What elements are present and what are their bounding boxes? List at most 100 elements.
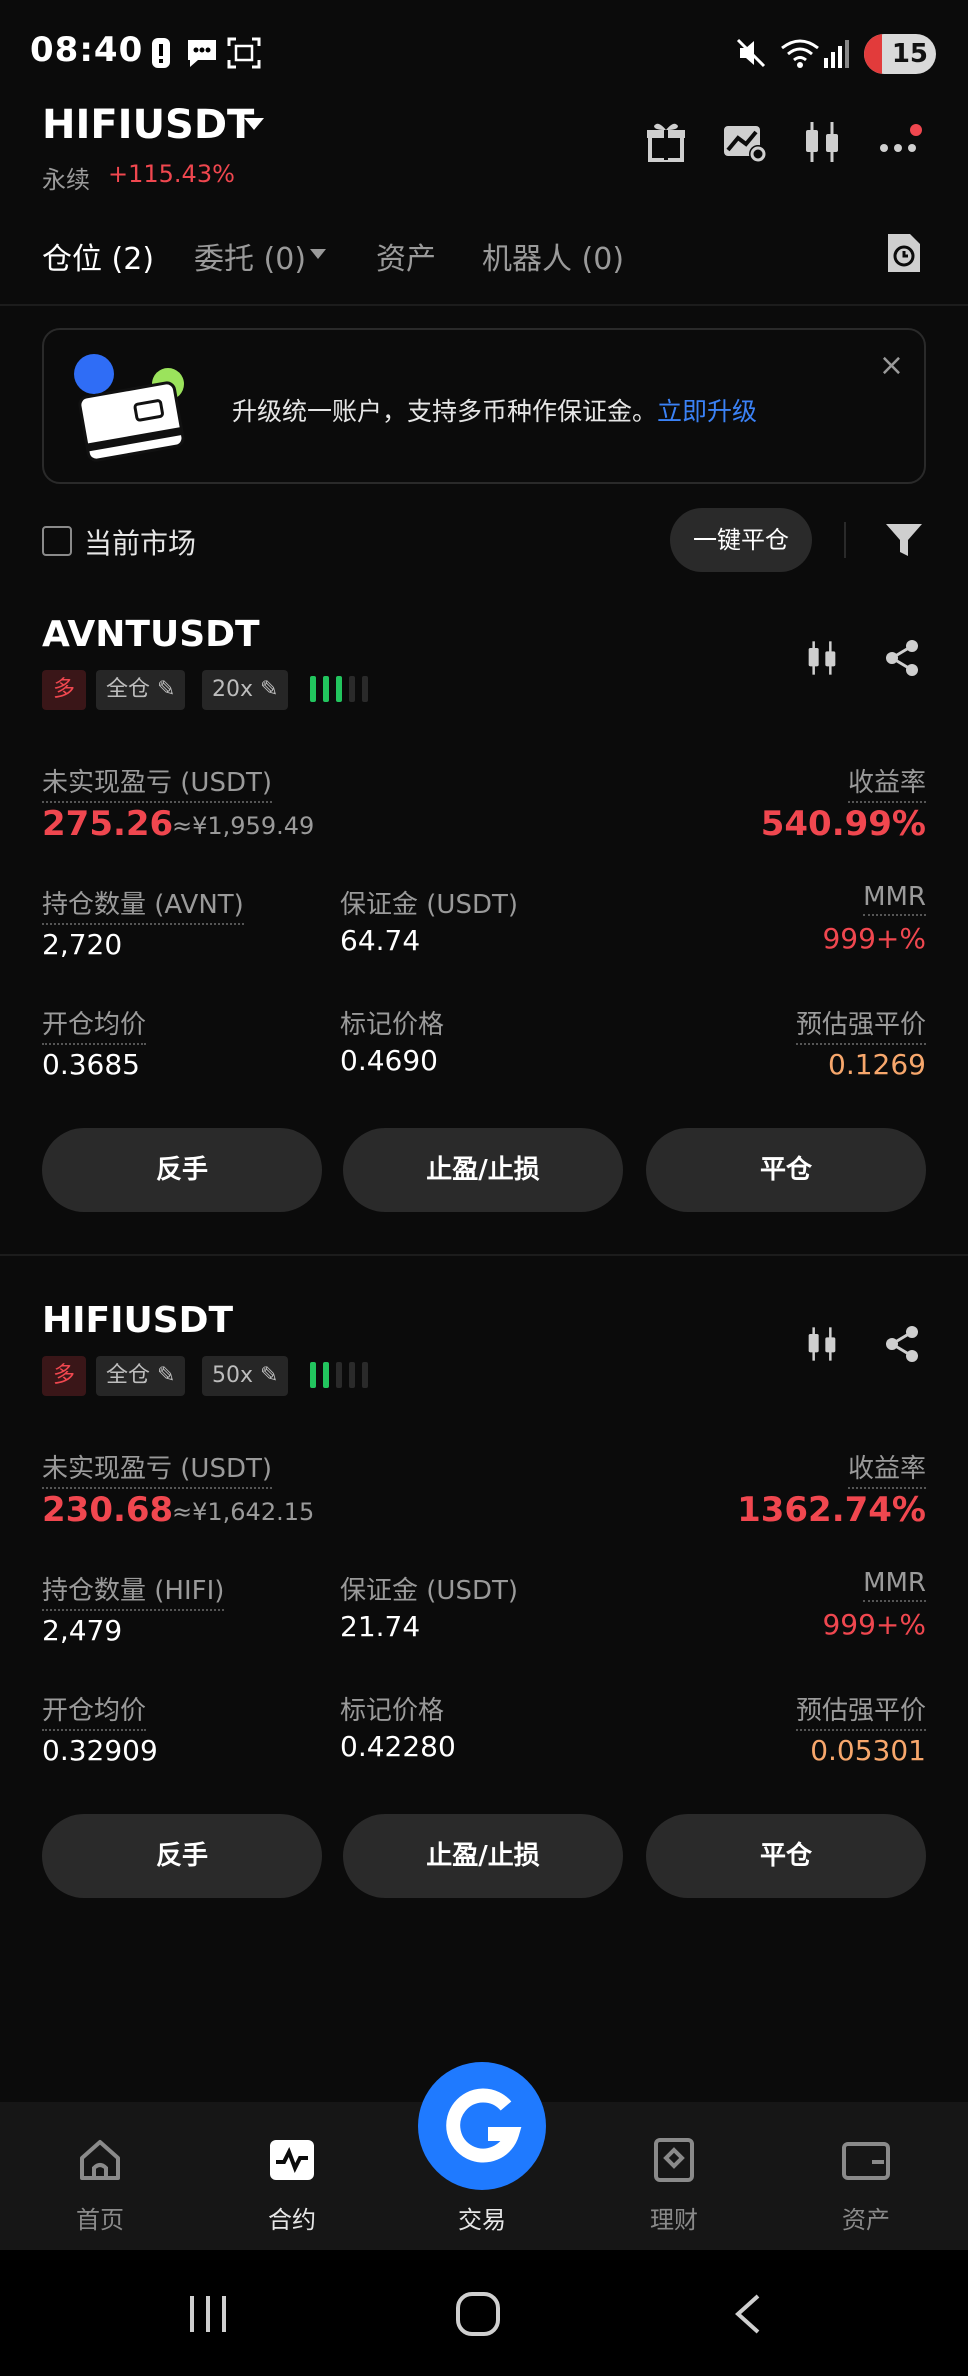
unrealized-pnl-cny: ≈¥1,959.49: [172, 812, 315, 840]
earn-icon: [654, 2138, 694, 2182]
margin-value: 21.74: [340, 1610, 421, 1643]
current-market-label[interactable]: 当前市场: [84, 522, 196, 562]
margin-value: 64.74: [340, 924, 421, 957]
position-size-label: 持仓数量 (HIFI): [42, 1570, 225, 1611]
tpsl-button[interactable]: 止盈/止损: [343, 1814, 623, 1898]
trade-button[interactable]: [418, 2062, 546, 2190]
mmr-label: MMR: [863, 882, 926, 916]
signal-icon: [824, 40, 849, 68]
position-symbol[interactable]: AVNTUSDT: [42, 614, 260, 655]
edit-icon: ✎: [260, 1363, 279, 1388]
close-all-button[interactable]: 一键平仓: [670, 508, 812, 572]
banner-close-button[interactable]: ×: [879, 348, 904, 383]
nav-assets[interactable]: 资产: [806, 2136, 926, 2234]
close-position-button[interactable]: 平仓: [646, 1128, 926, 1212]
unrealized-pnl-value: 275.26: [42, 804, 174, 844]
reverse-button[interactable]: 反手: [42, 1128, 322, 1212]
candlestick-icon[interactable]: [802, 1324, 842, 1364]
risk-level-indicator: [310, 676, 375, 706]
tab-assets[interactable]: 资产: [376, 234, 436, 278]
system-nav-bar: [0, 2250, 968, 2376]
tab-positions[interactable]: 仓位 (2): [42, 234, 154, 278]
close-position-button[interactable]: 平仓: [646, 1814, 926, 1898]
tab-orders[interactable]: 委托 (0): [194, 234, 306, 278]
margin-label: 保证金 (USDT): [340, 1576, 518, 1606]
status-time: 08:40: [30, 30, 144, 70]
upgrade-banner[interactable]: 升级统一账户，支持多币种作保证金。立即升级 ×: [42, 328, 926, 484]
mark-price-label: 标记价格: [340, 1010, 445, 1040]
nav-trade-label[interactable]: 交易: [418, 2200, 546, 2235]
pair-title[interactable]: HIFIUSDT: [42, 102, 254, 148]
position-size-value: 2,479: [42, 1614, 123, 1647]
leverage-badge[interactable]: 50x ✎: [202, 1356, 289, 1396]
filter-icon[interactable]: [884, 520, 924, 560]
side-badge: 多: [42, 1356, 86, 1396]
unrealized-pnl-label: 未实现盈亏 (USDT): [42, 762, 272, 803]
mark-price-value: 0.42280: [340, 1730, 456, 1763]
notification-dot: [910, 124, 922, 136]
tab-divider: [0, 304, 968, 306]
entry-price-value: 0.3685: [42, 1048, 140, 1081]
liq-price-label: 预估强平价: [795, 1004, 926, 1045]
mmr-value: 999+%: [822, 1608, 926, 1641]
wallet-icon: [842, 2142, 890, 2180]
price-change: +115.43%: [108, 160, 235, 188]
upgrade-link[interactable]: 立即升级: [657, 397, 757, 426]
futures-icon: [270, 2140, 314, 2180]
leverage-badge[interactable]: 20x ✎: [202, 670, 289, 710]
share-icon[interactable]: [882, 638, 922, 678]
liq-price-value: 0.05301: [810, 1734, 926, 1767]
wallet-illustration-icon: [74, 354, 185, 462]
roe-value: 540.99%: [760, 804, 926, 844]
contract-type: 永续: [42, 166, 90, 194]
roe-label: 收益率: [847, 762, 926, 803]
orders-dropdown-icon[interactable]: [310, 249, 326, 259]
filter-divider: [844, 522, 846, 558]
liq-price-label: 预估强平价: [795, 1690, 926, 1731]
side-badge: 多: [42, 670, 86, 710]
entry-price-label: 开仓均价: [42, 1690, 147, 1731]
tpsl-button[interactable]: 止盈/止损: [343, 1128, 623, 1212]
nav-home[interactable]: 首页: [40, 2136, 160, 2234]
mmr-label: MMR: [863, 1568, 926, 1602]
home-icon: [80, 2140, 120, 2180]
battery-indicator: 15: [864, 34, 936, 74]
reverse-button[interactable]: 反手: [42, 1814, 322, 1898]
position-divider: [0, 1254, 968, 1256]
roe-label: 收益率: [847, 1448, 926, 1489]
margin-label: 保证金 (USDT): [340, 890, 518, 920]
pair-dropdown-icon[interactable]: [244, 118, 264, 130]
position-size-value: 2,720: [42, 928, 123, 961]
trade-icon: [446, 2088, 522, 2163]
liq-price-value: 0.1269: [828, 1048, 926, 1081]
nav-futures[interactable]: 合约: [232, 2136, 352, 2234]
share-icon[interactable]: [882, 1324, 922, 1364]
home-button-icon[interactable]: [454, 2290, 502, 2338]
position-symbol[interactable]: HIFIUSDT: [42, 1300, 233, 1341]
candlestick-icon[interactable]: [802, 638, 842, 678]
edit-icon: ✎: [260, 677, 279, 702]
recent-apps-icon[interactable]: [186, 2294, 230, 2334]
roe-value: 1362.74%: [737, 1490, 926, 1530]
banner-text: 升级统一账户，支持多币种作保证金。立即升级: [232, 397, 758, 426]
mark-price-value: 0.4690: [340, 1044, 438, 1077]
alert-icon: [152, 38, 170, 68]
edit-icon: ✎: [157, 677, 176, 702]
back-icon[interactable]: [730, 2292, 766, 2336]
entry-price-value: 0.32909: [42, 1734, 158, 1767]
history-icon[interactable]: [884, 232, 924, 274]
candlestick-icon[interactable]: [798, 118, 846, 166]
position-size-label: 持仓数量 (AVNT): [42, 884, 244, 925]
entry-price-label: 开仓均价: [42, 1004, 147, 1045]
current-market-checkbox[interactable]: [42, 526, 72, 556]
mute-icon: [736, 38, 766, 68]
tab-bots[interactable]: 机器人 (0): [482, 234, 624, 278]
unrealized-pnl-cny: ≈¥1,642.15: [172, 1498, 315, 1526]
gift-icon[interactable]: [642, 118, 690, 166]
mark-price-label: 标记价格: [340, 1696, 445, 1726]
chart-settings-icon[interactable]: [720, 118, 768, 166]
margin-mode-badge[interactable]: 全仓 ✎: [96, 670, 186, 710]
nav-earn[interactable]: 理财: [614, 2136, 734, 2234]
status-bar: 08:40 15: [0, 0, 968, 104]
margin-mode-badge[interactable]: 全仓 ✎: [96, 1356, 186, 1396]
